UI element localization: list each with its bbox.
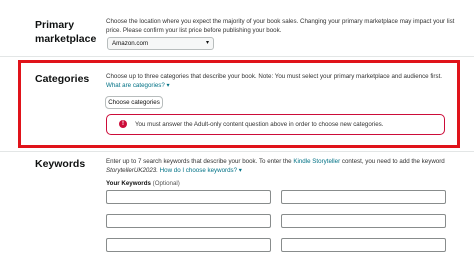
primary-marketplace-desc-line2: price. Please confirm your list price be… <box>106 27 282 34</box>
kindle-storyteller-link[interactable]: Kindle Storyteller <box>293 158 340 165</box>
primary-marketplace-desc-line1: Choose the location where you expect the… <box>106 18 455 25</box>
categories-desc-text: Choose up to three categories that descr… <box>106 73 443 80</box>
your-keywords-label: Your Keywords (Optional) <box>106 180 180 187</box>
kdp-book-details-page: Primary marketplace Choose the location … <box>0 0 474 262</box>
primary-marketplace-label-line2: marketplace <box>35 33 97 45</box>
keywords-desc-part1: Enter up to 7 search keywords that descr… <box>106 158 292 165</box>
chevron-down-icon: ▾ <box>205 40 209 46</box>
chevron-down-icon: ▾ <box>166 82 170 89</box>
categories-description: Choose up to three categories that descr… <box>106 72 442 90</box>
chevron-down-icon: ▾ <box>238 167 242 174</box>
your-keywords-label-text: Your Keywords <box>106 180 151 187</box>
keyword-input-6[interactable] <box>281 238 446 252</box>
keyword-input-3[interactable] <box>106 214 271 228</box>
primary-marketplace-label: Primary marketplace <box>35 18 96 46</box>
marketplace-select-value: Amazon.com <box>112 40 149 47</box>
section-divider <box>0 151 474 152</box>
keywords-label: Keywords <box>35 158 86 170</box>
keyword-input-2[interactable] <box>281 190 446 204</box>
primary-marketplace-label-line1: Primary <box>35 19 75 31</box>
keywords-desc-part2: contest, you need to add the keyword <box>341 158 445 165</box>
section-divider <box>0 56 474 57</box>
keyword-input-5[interactable] <box>106 238 271 252</box>
keywords-desc-keyword: StorytellerUK2023. <box>106 167 158 174</box>
categories-label: Categories <box>35 73 90 85</box>
categories-error-alert: ! You must answer the Adult-only content… <box>106 114 445 135</box>
choose-categories-button[interactable]: Choose categories <box>105 96 163 109</box>
how-to-choose-keywords-link-text: How do I choose keywords? <box>159 167 238 174</box>
what-are-categories-link[interactable]: What are categories? ▾ <box>106 82 170 89</box>
keyword-input-4[interactable] <box>281 214 446 228</box>
primary-marketplace-description: Choose the location where you expect the… <box>106 17 454 35</box>
how-to-choose-keywords-link[interactable]: How do I choose keywords? ▾ <box>160 167 242 174</box>
keyword-input-1[interactable] <box>106 190 271 204</box>
keywords-description: Enter up to 7 search keywords that descr… <box>106 157 445 175</box>
what-are-categories-link-text: What are categories? <box>106 82 165 89</box>
alert-icon: ! <box>119 120 127 128</box>
your-keywords-optional: (Optional) <box>152 180 180 187</box>
categories-error-message: You must answer the Adult-only content q… <box>135 121 384 128</box>
marketplace-select[interactable]: Amazon.com ▾ <box>107 37 214 50</box>
